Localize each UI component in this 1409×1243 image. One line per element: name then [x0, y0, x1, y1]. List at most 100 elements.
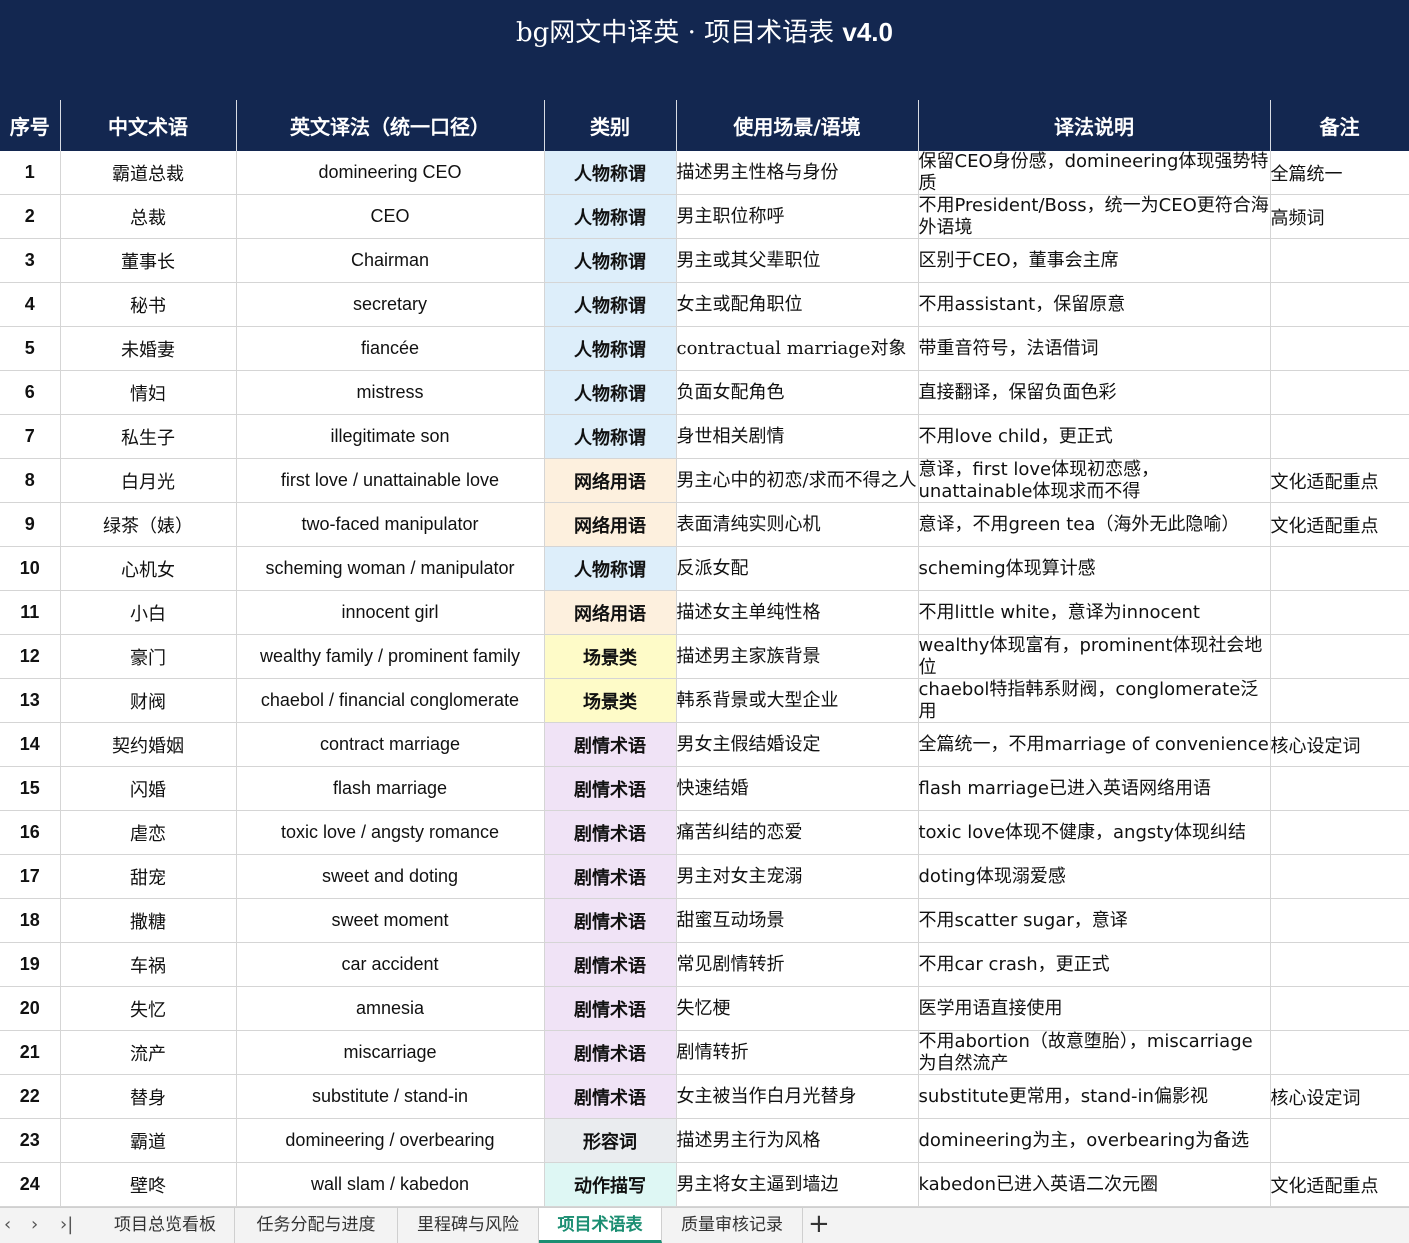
cell-en-term[interactable]: wealthy family / prominent family — [236, 634, 545, 679]
cell-zh-term[interactable]: 霸道 — [60, 1118, 237, 1163]
cell-note[interactable]: scheming体现算计感 — [918, 546, 1271, 591]
cell-note[interactable]: flash marriage已进入英语网络用语 — [918, 766, 1271, 811]
cell-en-term[interactable]: innocent girl — [236, 590, 545, 635]
cell-remark[interactable] — [1270, 414, 1409, 459]
cell-no[interactable]: 11 — [0, 590, 61, 635]
cell-en-term[interactable]: wall slam / kabedon — [236, 1162, 545, 1207]
cell-zh-term[interactable]: 霸道总裁 — [60, 151, 237, 195]
cell-no[interactable]: 22 — [0, 1074, 61, 1119]
cell-category[interactable]: 剧情术语 — [544, 854, 677, 899]
cell-zh-term[interactable]: 白月光 — [60, 458, 237, 503]
cell-no[interactable]: 1 — [0, 151, 61, 195]
cell-remark[interactable] — [1270, 898, 1409, 943]
cell-no[interactable]: 10 — [0, 546, 61, 591]
cell-context[interactable]: 反派女配 — [676, 546, 919, 591]
cell-no[interactable]: 2 — [0, 194, 61, 239]
cell-note[interactable]: 不用assistant，保留原意 — [918, 282, 1271, 327]
cell-category[interactable]: 网络用语 — [544, 590, 677, 635]
cell-zh-term[interactable]: 秘书 — [60, 282, 237, 327]
header-cell-zh[interactable]: 中文术语 — [60, 100, 237, 151]
cell-context[interactable]: 男主职位称呼 — [676, 194, 919, 239]
cell-no[interactable]: 14 — [0, 722, 61, 767]
cell-remark[interactable]: 文化适配重点 — [1270, 502, 1409, 547]
cell-remark[interactable] — [1270, 1030, 1409, 1075]
header-cell-no[interactable]: 序号 — [0, 100, 61, 151]
cell-context[interactable]: 男主对女主宠溺 — [676, 854, 919, 899]
cell-en-term[interactable]: two-faced manipulator — [236, 502, 545, 547]
cell-no[interactable]: 3 — [0, 238, 61, 283]
cell-context[interactable]: 描述男主行为风格 — [676, 1118, 919, 1163]
cell-category[interactable]: 剧情术语 — [544, 1030, 677, 1075]
cell-zh-term[interactable]: 失忆 — [60, 986, 237, 1031]
cell-note[interactable]: kabedon已进入英语二次元圈 — [918, 1162, 1271, 1207]
cell-note[interactable]: wealthy体现富有，prominent体现社会地位 — [918, 634, 1271, 679]
cell-note[interactable]: doting体现溺爱感 — [918, 854, 1271, 899]
cell-en-term[interactable]: car accident — [236, 942, 545, 987]
cell-en-term[interactable]: miscarriage — [236, 1030, 545, 1075]
cell-no[interactable]: 17 — [0, 854, 61, 899]
add-sheet-icon[interactable]: + — [808, 1209, 830, 1239]
cell-note[interactable]: 意译，不用green tea（海外无此隐喻） — [918, 502, 1271, 547]
cell-en-term[interactable]: domineering CEO — [236, 151, 545, 195]
cell-en-term[interactable]: domineering / overbearing — [236, 1118, 545, 1163]
cell-context[interactable]: 甜蜜互动场景 — [676, 898, 919, 943]
cell-context[interactable]: 负面女配角色 — [676, 370, 919, 415]
cell-no[interactable]: 4 — [0, 282, 61, 327]
cell-en-term[interactable]: substitute / stand-in — [236, 1074, 545, 1119]
header-cell-note[interactable]: 译法说明 — [918, 100, 1271, 151]
cell-category[interactable]: 人物称谓 — [544, 194, 677, 239]
cell-en-term[interactable]: amnesia — [236, 986, 545, 1031]
cell-en-term[interactable]: first love / unattainable love — [236, 458, 545, 503]
cell-category[interactable]: 剧情术语 — [544, 810, 677, 855]
cell-note[interactable]: chaebol特指韩系财阀，conglomerate泛用 — [918, 678, 1271, 723]
cell-zh-term[interactable]: 壁咚 — [60, 1162, 237, 1207]
cell-remark[interactable] — [1270, 942, 1409, 987]
cell-en-term[interactable]: fiancée — [236, 326, 545, 371]
cell-context[interactable]: 痛苦纠结的恋爱 — [676, 810, 919, 855]
cell-no[interactable]: 8 — [0, 458, 61, 503]
cell-zh-term[interactable]: 情妇 — [60, 370, 237, 415]
cell-zh-term[interactable]: 虐恋 — [60, 810, 237, 855]
header-cell-category[interactable]: 类别 — [544, 100, 677, 151]
cell-note[interactable]: 不用President/Boss，统一为CEO更符合海外语境 — [918, 194, 1271, 239]
cell-no[interactable]: 18 — [0, 898, 61, 943]
sheet-tab-tasks[interactable]: 任务分配与进度 — [235, 1208, 398, 1243]
cell-no[interactable]: 19 — [0, 942, 61, 987]
cell-no[interactable]: 5 — [0, 326, 61, 371]
cell-note[interactable]: 带重音符号，法语借词 — [918, 326, 1271, 371]
cell-note[interactable]: 医学用语直接使用 — [918, 986, 1271, 1031]
sheet-tab-overview[interactable]: 项目总览看板 — [96, 1208, 235, 1243]
cell-category[interactable]: 人物称谓 — [544, 238, 677, 283]
cell-en-term[interactable]: sweet moment — [236, 898, 545, 943]
cell-note[interactable]: 不用scatter sugar，意译 — [918, 898, 1271, 943]
cell-no[interactable]: 12 — [0, 634, 61, 679]
cell-category[interactable]: 场景类 — [544, 678, 677, 723]
tab-scroll-last-icon[interactable]: ›| — [60, 1214, 73, 1235]
cell-zh-term[interactable]: 财阀 — [60, 678, 237, 723]
cell-en-term[interactable]: toxic love / angsty romance — [236, 810, 545, 855]
cell-note[interactable]: 直接翻译，保留负面色彩 — [918, 370, 1271, 415]
cell-context[interactable]: 表面清纯实则心机 — [676, 502, 919, 547]
cell-remark[interactable] — [1270, 678, 1409, 723]
cell-no[interactable]: 15 — [0, 766, 61, 811]
cell-note[interactable]: 不用abortion（故意堕胎），miscarriage为自然流产 — [918, 1030, 1271, 1075]
sheet-title[interactable]: bg网文中译英 · 项目术语表 v4.0 — [0, 12, 1409, 49]
cell-category[interactable]: 人物称谓 — [544, 151, 677, 195]
cell-no[interactable]: 23 — [0, 1118, 61, 1163]
cell-category[interactable]: 剧情术语 — [544, 898, 677, 943]
cell-category[interactable]: 人物称谓 — [544, 282, 677, 327]
cell-zh-term[interactable]: 流产 — [60, 1030, 237, 1075]
cell-no[interactable]: 9 — [0, 502, 61, 547]
cell-remark[interactable] — [1270, 766, 1409, 811]
tab-scroll-prev-icon[interactable]: ‹ — [4, 1214, 11, 1235]
cell-category[interactable]: 网络用语 — [544, 502, 677, 547]
cell-category[interactable]: 人物称谓 — [544, 370, 677, 415]
cell-zh-term[interactable]: 替身 — [60, 1074, 237, 1119]
cell-category[interactable]: 网络用语 — [544, 458, 677, 503]
cell-remark[interactable] — [1270, 634, 1409, 679]
cell-remark[interactable]: 全篇统一 — [1270, 151, 1409, 195]
cell-context[interactable]: 男主将女主逼到墙边 — [676, 1162, 919, 1207]
cell-category[interactable]: 场景类 — [544, 634, 677, 679]
tab-scroll-next-icon[interactable]: › — [31, 1214, 38, 1235]
cell-en-term[interactable]: flash marriage — [236, 766, 545, 811]
